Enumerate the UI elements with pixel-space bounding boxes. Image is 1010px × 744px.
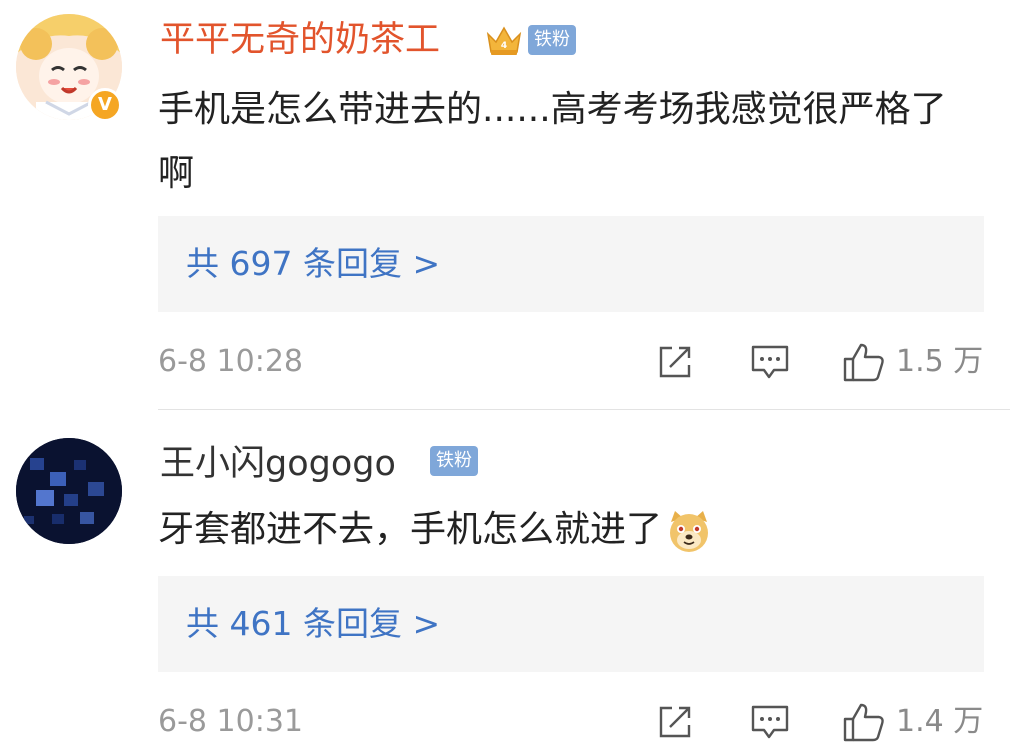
username[interactable]: 王小闪gogogo xyxy=(160,442,396,486)
comment-icon xyxy=(751,705,789,739)
share-button[interactable] xyxy=(656,702,694,742)
view-replies-link[interactable]: 共 461 条回复 > xyxy=(158,576,984,672)
thumbs-up-icon xyxy=(843,343,884,382)
doge-emoji-icon xyxy=(670,511,709,552)
fan-badge: 铁粉 xyxy=(430,446,478,476)
like-count: 1.4 万 xyxy=(896,704,984,739)
view-replies-link[interactable]: 共 697 条回复 > xyxy=(158,216,984,312)
share-icon xyxy=(659,346,691,378)
thumbs-up-icon xyxy=(843,703,884,742)
avatar[interactable] xyxy=(16,438,122,544)
comment-icon xyxy=(751,345,789,379)
comment-text-body: 牙套都进不去，手机怎么就进了 xyxy=(158,509,663,550)
reply-button[interactable] xyxy=(750,342,790,382)
share-icon xyxy=(659,706,691,738)
comment-text: 手机是怎么带进去的......高考考场我感觉很严格了啊 xyxy=(158,89,947,194)
reply-button[interactable] xyxy=(750,702,790,742)
timestamp: 6-8 10:31 xyxy=(158,704,303,739)
like-button[interactable]: 1.5 万 xyxy=(842,342,983,382)
fan-badge: 铁粉 xyxy=(528,25,576,55)
comment-meta: 6-8 10:31 1.4 万 xyxy=(158,700,984,744)
share-button[interactable] xyxy=(656,342,694,382)
crown-icon: 4 xyxy=(486,26,522,55)
user-badges: 铁粉 xyxy=(430,446,478,476)
comment-meta: 6-8 10:28 1.5 万 xyxy=(158,340,984,384)
comment-item-2: 王小闪gogogo 铁粉 牙套都进不去，手机怎么就进了 共 461 条回复 > … xyxy=(0,410,1010,742)
like-count: 1.5 万 xyxy=(896,344,984,379)
timestamp: 6-8 10:28 xyxy=(158,344,303,379)
user-badges: 4 铁粉 xyxy=(484,22,576,58)
comment-item-1: V 平平无奇的奶茶工 4 铁粉 手机是怎么带进去的......高考考场我感觉很严… xyxy=(0,0,1010,410)
username[interactable]: 平平无奇的奶茶工 xyxy=(160,18,440,62)
comment-text: 牙套都进不去，手机怎么就进了 xyxy=(158,498,958,562)
svg-text:4: 4 xyxy=(501,41,507,51)
verified-v-icon: V xyxy=(88,88,122,122)
avatar-image xyxy=(16,438,122,544)
like-button[interactable]: 1.4 万 xyxy=(842,702,983,742)
